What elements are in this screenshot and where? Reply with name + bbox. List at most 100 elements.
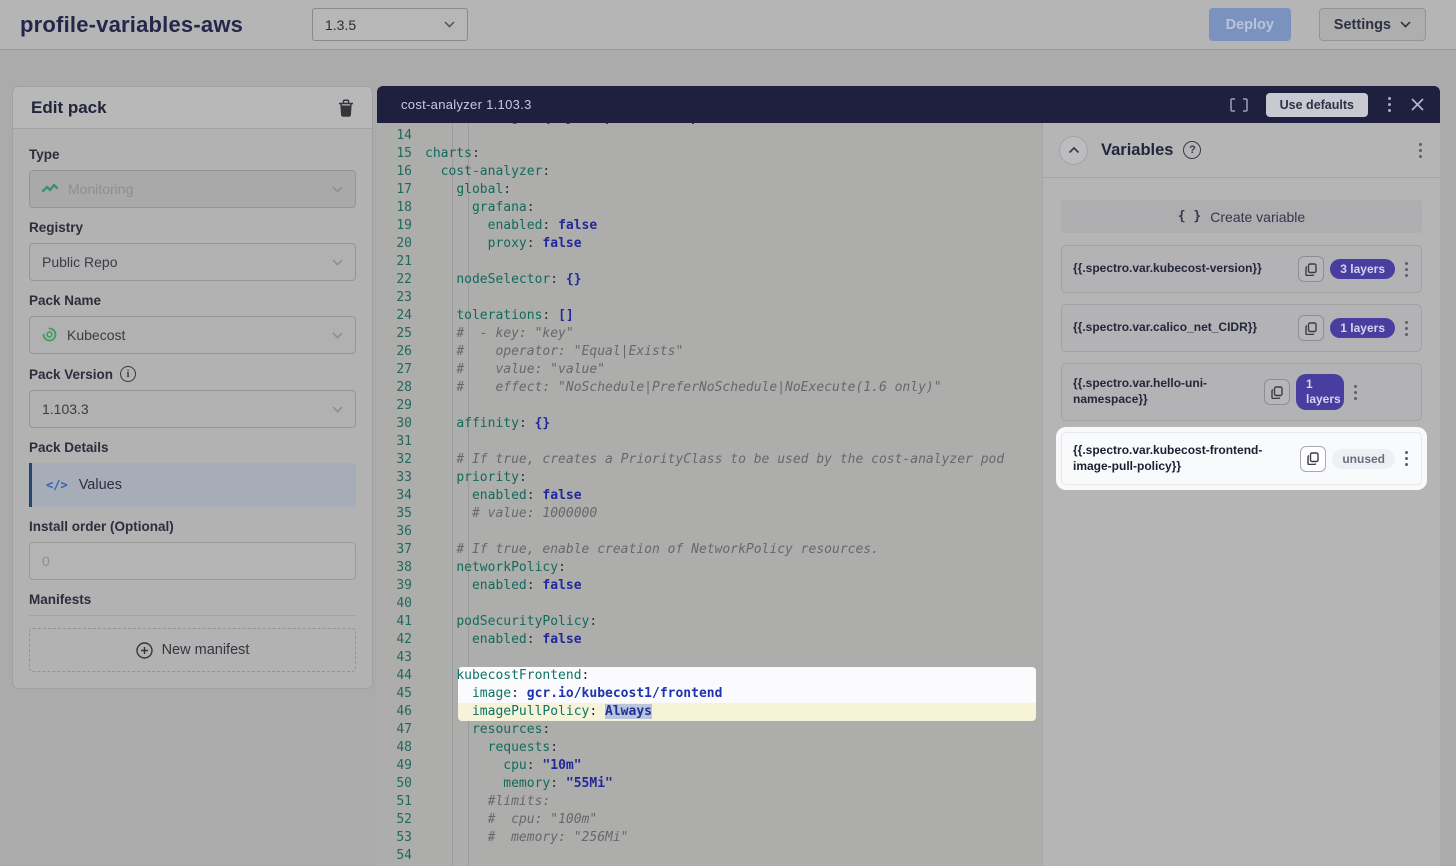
variable-name: {{.spectro.var.hello-uni-namespace}}	[1073, 376, 1258, 407]
code-text: # memory: "256Mi"	[425, 829, 629, 847]
close-editor-button[interactable]	[1411, 98, 1424, 111]
code-line: 32 # If true, creates a PriorityClass to…	[377, 451, 1042, 469]
create-variable-button[interactable]: { } Create variable	[1061, 200, 1422, 233]
code-line: 18 grafana:	[377, 199, 1042, 217]
variable-menu-icon[interactable]	[1403, 449, 1410, 468]
chevron-down-icon	[1400, 21, 1411, 28]
edit-pack-title: Edit pack	[31, 98, 107, 118]
trash-icon	[338, 99, 354, 117]
variable-item[interactable]: {{.spectro.var.calico_net_CIDR}}1 layers	[1061, 304, 1422, 352]
variable-menu-icon[interactable]	[1403, 260, 1410, 279]
collapse-variables-button[interactable]	[1059, 136, 1088, 165]
copy-variable-button[interactable]	[1264, 379, 1290, 405]
kubecost-logo-icon	[42, 327, 57, 343]
page-title: profile-variables-aws	[20, 12, 312, 38]
code-text: # - key: "key"	[425, 325, 574, 343]
code-line: 29	[377, 397, 1042, 415]
profile-version-select[interactable]: 1.3.5	[312, 8, 468, 41]
line-number: 50	[377, 775, 425, 793]
line-number: 15	[377, 145, 425, 163]
code-line: 46 imagePullPolicy: Always	[377, 703, 1042, 721]
code-text: kubecostFrontend:	[425, 667, 589, 685]
line-number: 37	[377, 541, 425, 559]
line-number: 47	[377, 721, 425, 739]
variable-menu-icon[interactable]	[1352, 383, 1359, 402]
pack-name-select[interactable]: Kubecost	[29, 316, 356, 354]
copy-icon	[1305, 263, 1317, 276]
install-order-input[interactable]	[29, 542, 356, 580]
code-line: 48 requests:	[377, 739, 1042, 757]
install-order-label: Install order (Optional)	[29, 519, 356, 534]
code-line: 43	[377, 649, 1042, 667]
top-bar: profile-variables-aws 1.3.5 Deploy Setti…	[0, 0, 1456, 50]
pack-name-value: Kubecost	[67, 327, 322, 343]
code-text: enabled: false	[425, 631, 582, 649]
pack-details-label: Pack Details	[29, 440, 356, 455]
copy-variable-button[interactable]	[1300, 446, 1326, 472]
variable-name: {{.spectro.var.kubecost-frontend-image-p…	[1073, 443, 1294, 474]
line-number: 18	[377, 199, 425, 217]
chevron-down-icon	[444, 21, 455, 28]
line-number: 43	[377, 649, 425, 667]
line-number: 54	[377, 847, 425, 865]
variable-item[interactable]: {{.spectro.var.kubecost-frontend-image-p…	[1061, 432, 1422, 485]
type-label: Type	[29, 147, 356, 162]
code-line: 15charts:	[377, 145, 1042, 163]
code-text: memory: "55Mi"	[425, 775, 613, 793]
delete-pack-button[interactable]	[338, 99, 354, 117]
copy-variable-button[interactable]	[1298, 315, 1324, 341]
code-text: networkPolicy:	[425, 559, 566, 577]
code-line: 52 # cpu: "100m"	[377, 811, 1042, 829]
line-number: 31	[377, 433, 425, 451]
type-value: Monitoring	[68, 181, 322, 197]
code-text: # value: "value"	[425, 361, 605, 379]
line-number: 22	[377, 271, 425, 289]
code-line: 23	[377, 289, 1042, 307]
values-tab[interactable]: </> Values	[29, 463, 356, 507]
chevron-up-icon	[1068, 146, 1080, 154]
braces-icon: { }	[1178, 209, 1201, 224]
code-icon: </>	[46, 478, 68, 492]
pack-version-value: 1.103.3	[42, 401, 322, 417]
variable-item[interactable]: {{.spectro.var.hello-uni-namespace}}1 la…	[1061, 363, 1422, 421]
copy-variable-button[interactable]	[1298, 256, 1324, 282]
line-number: 19	[377, 217, 425, 235]
variable-item[interactable]: {{.spectro.var.kubecost-version}}3 layer…	[1061, 245, 1422, 293]
new-manifest-button[interactable]: New manifest	[29, 628, 356, 672]
code-text: grafana:	[425, 199, 535, 217]
expand-editor-button[interactable]	[1230, 98, 1248, 112]
chevron-down-icon	[332, 406, 343, 413]
variables-menu-icon[interactable]	[1417, 141, 1424, 160]
registry-select[interactable]: Public Repo	[29, 243, 356, 281]
settings-button[interactable]: Settings	[1319, 8, 1426, 41]
info-icon[interactable]: i	[120, 366, 136, 382]
deploy-button[interactable]: Deploy	[1209, 8, 1291, 41]
layers-badge: unused	[1332, 449, 1395, 469]
code-text: cpu: "10m"	[425, 757, 582, 775]
line-number: 39	[377, 577, 425, 595]
line-number: 24	[377, 307, 425, 325]
code-line: 24 tolerations: []	[377, 307, 1042, 325]
help-icon[interactable]: ?	[1183, 141, 1201, 159]
code-text: charts:	[425, 145, 480, 163]
use-defaults-button[interactable]: Use defaults	[1266, 93, 1368, 117]
code-line: 37 # If true, enable creation of Network…	[377, 541, 1042, 559]
code-text: # cpu: "100m"	[425, 811, 597, 829]
code-text: podSecurityPolicy:	[425, 613, 597, 631]
line-number: 27	[377, 361, 425, 379]
code-text: #limits:	[425, 793, 550, 811]
code-text: tolerations: []	[425, 307, 574, 325]
editor-menu-icon[interactable]	[1386, 95, 1393, 114]
pack-version-select[interactable]: 1.103.3	[29, 390, 356, 428]
code-text: affinity: {}	[425, 415, 550, 433]
code-line: 47 resources:	[377, 721, 1042, 739]
code-editor[interactable]: 13 image: quay.io/prometheus/prometheus:…	[377, 123, 1042, 866]
line-number: 33	[377, 469, 425, 487]
code-text: proxy: false	[425, 235, 582, 253]
variable-menu-icon[interactable]	[1403, 319, 1410, 338]
code-line: 25 # - key: "key"	[377, 325, 1042, 343]
line-number: 23	[377, 289, 425, 307]
code-line: 38 networkPolicy:	[377, 559, 1042, 577]
type-select: Monitoring	[29, 170, 356, 208]
code-line: 21	[377, 253, 1042, 271]
